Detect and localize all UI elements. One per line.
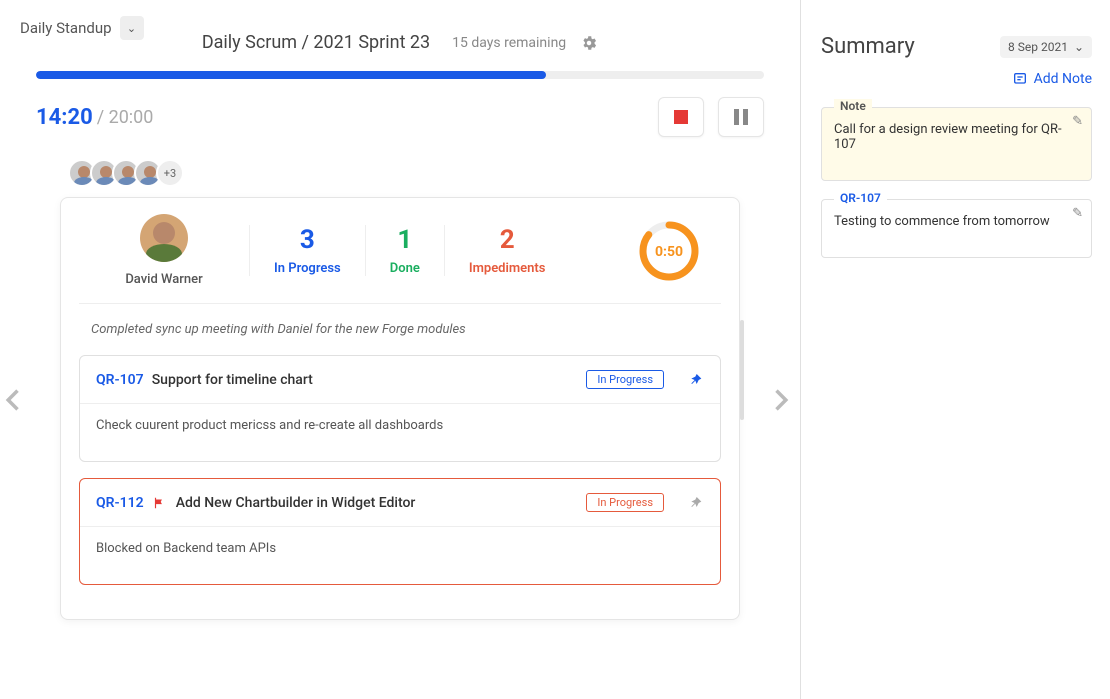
pin-icon[interactable] [688,372,704,388]
edit-icon[interactable]: ✎ [1072,206,1083,221]
prev-user-button[interactable] [0,380,28,420]
note-label: Note [834,99,872,113]
add-note-label: Add Note [1034,71,1092,87]
scrollbar[interactable] [740,320,744,420]
days-remaining: 15 days remaining [452,35,566,51]
task-id[interactable]: QR-112 [96,495,144,511]
speaker-timer-ring: 0:50 [637,219,721,283]
chevron-down-icon: ⌄ [1074,40,1084,54]
standup-dropdown[interactable]: Daily Standup ⌄ [20,16,144,40]
status-line: Completed sync up meeting with Daniel fo… [91,322,721,337]
pause-icon [734,109,748,125]
chevron-down-icon: ⌄ [120,16,144,40]
stat-num: 3 [274,225,341,255]
stop-button[interactable] [658,97,704,137]
avatar-more[interactable]: +3 [156,159,184,187]
gear-icon[interactable] [580,34,598,52]
participant-avatars[interactable]: +3 [68,159,780,187]
summary-title: Summary [821,34,915,59]
add-note-button[interactable]: Add Note [821,71,1092,87]
task-body: Blocked on Backend team APIs [80,527,720,584]
note-body: Call for a design review meeting for QR-… [834,122,1079,152]
user-name: David Warner [79,272,249,287]
stat-num: 1 [390,225,420,255]
stat-label: Done [390,261,420,276]
ring-time: 0:50 [655,244,683,260]
note-body: Testing to commence from tomorrow [834,214,1079,229]
dropdown-label: Daily Standup [20,19,112,37]
date-picker[interactable]: 8 Sep 2021 ⌄ [1000,36,1092,58]
note-card[interactable]: QR-107 ✎ Testing to commence from tomorr… [821,199,1092,258]
task-item[interactable]: QR-112 Add New Chartbuilder in Widget Ed… [79,478,721,585]
note-icon [1012,71,1028,87]
stop-icon [674,110,688,124]
stat-label: Impediments [469,261,546,276]
task-id[interactable]: QR-107 [96,372,144,388]
note-label: QR-107 [834,191,887,205]
status-badge: In Progress [586,493,664,512]
pin-icon[interactable] [688,495,704,511]
sprint-progress [36,71,764,79]
edit-icon[interactable]: ✎ [1072,114,1083,129]
sprint-progress-fill [36,71,546,79]
stat-impediments[interactable]: 2 Impediments [444,225,570,276]
task-title: Add New Chartbuilder in Widget Editor [176,495,416,511]
stat-in-progress[interactable]: 3 In Progress [249,225,365,276]
stat-num: 2 [469,225,546,255]
date-label: 8 Sep 2021 [1008,40,1068,54]
timer-elapsed: 14:20 [36,105,93,130]
flag-icon [152,496,166,510]
user-avatar [140,214,188,262]
pause-button[interactable] [718,97,764,137]
stat-done[interactable]: 1 Done [365,225,444,276]
note-card[interactable]: Note ✎ Call for a design review meeting … [821,107,1092,181]
next-user-button[interactable] [766,380,794,420]
task-item[interactable]: QR-107 Support for timeline chart In Pro… [79,355,721,462]
status-badge: In Progress [586,370,664,389]
user-card: David Warner 3 In Progress 1 Done 2 Impe… [60,197,740,620]
timer-total: / 20:00 [97,107,154,128]
task-title: Support for timeline chart [152,372,313,388]
breadcrumb: Daily Scrum / 2021 Sprint 23 [202,32,430,53]
task-body: Check cuurent product mericss and re-cre… [80,404,720,461]
stat-label: In Progress [274,261,341,276]
